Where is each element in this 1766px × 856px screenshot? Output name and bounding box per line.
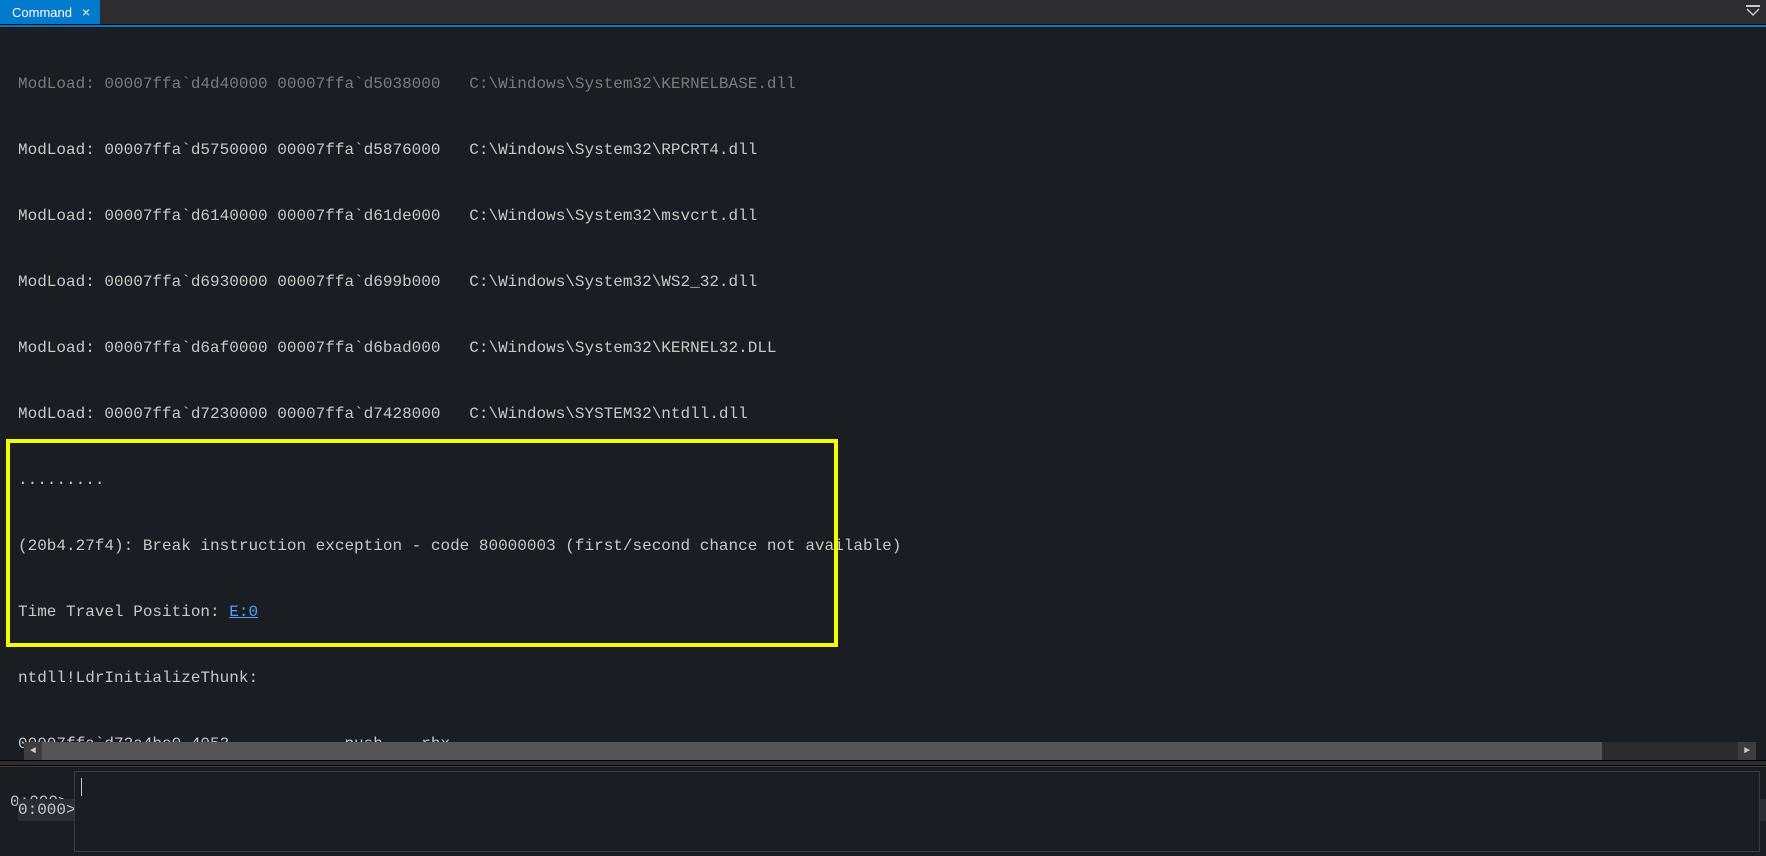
text-caret [81, 778, 82, 796]
output-text: ModLoad: 00007ffa`d4d40000 00007ffa`d503… [0, 27, 1766, 856]
command-input-pane: 0:000> [0, 766, 1766, 856]
output-line: ntdll!LdrInitializeThunk: [18, 667, 1766, 689]
output-line: ModLoad: 00007ffa`d6140000 00007ffa`d61d… [18, 205, 1766, 227]
tab-title: Command [12, 5, 72, 20]
output-line: Time Travel Position: E:0 [18, 601, 1766, 623]
output-line: ModLoad: 00007ffa`d6930000 00007ffa`d699… [18, 271, 1766, 293]
close-icon[interactable]: × [82, 5, 90, 19]
scroll-left-button[interactable]: ◄ [24, 742, 42, 760]
tab-strip: Command × [0, 0, 1766, 25]
output-line: ......... [18, 469, 1766, 491]
command-input[interactable] [75, 772, 1759, 851]
output-line: ModLoad: 00007ffa`d5750000 00007ffa`d587… [18, 139, 1766, 161]
output-line: ModLoad: 00007ffa`d6af0000 00007ffa`d6ba… [18, 337, 1766, 359]
horizontal-scrollbar[interactable]: ◄ ► [24, 742, 1756, 760]
command-input-wrap[interactable] [74, 771, 1760, 852]
debugger-window: Command × ModLoad: 00007ffa`d4d40000 000… [0, 0, 1766, 856]
time-travel-link[interactable]: E:0 [229, 603, 258, 621]
tab-command[interactable]: Command × [0, 0, 100, 24]
scroll-track[interactable] [42, 742, 1738, 760]
scroll-thumb[interactable] [42, 742, 1602, 760]
window-menu-button[interactable] [1740, 0, 1766, 24]
chevron-down-icon [1746, 5, 1760, 19]
output-line: (20b4.27f4): Break instruction exception… [18, 535, 1766, 557]
output-line: ModLoad: 00007ffa`d4d40000 00007ffa`d503… [18, 73, 1766, 95]
output-line: ModLoad: 00007ffa`d7230000 00007ffa`d742… [18, 403, 1766, 425]
output-pane[interactable]: ModLoad: 00007ffa`d4d40000 00007ffa`d503… [0, 27, 1766, 760]
ttp-label: Time Travel Position: [18, 603, 229, 621]
tab-spacer [100, 0, 1740, 24]
scroll-right-button[interactable]: ► [1738, 742, 1756, 760]
